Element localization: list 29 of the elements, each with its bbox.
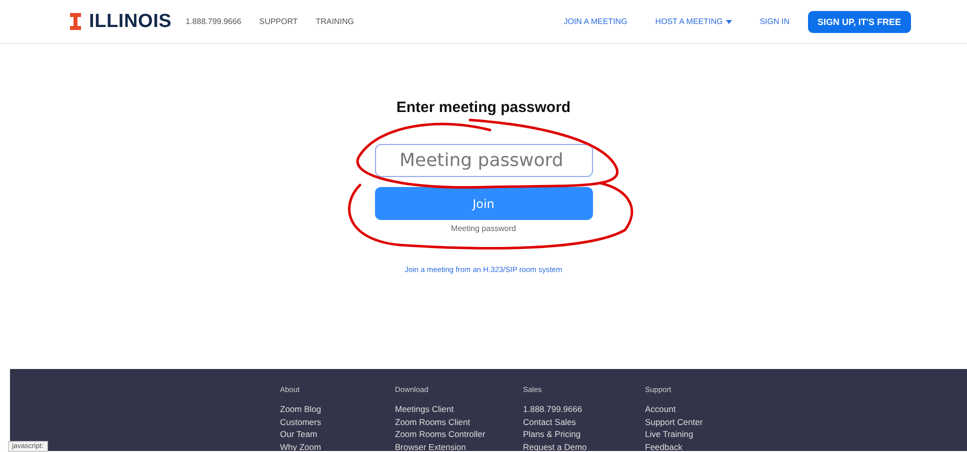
- footer-link[interactable]: Zoom Rooms Controller: [395, 428, 523, 440]
- footer-link[interactable]: Customers: [280, 416, 395, 428]
- footer-link[interactable]: Contact Sales: [523, 416, 645, 428]
- form-title: Enter meeting password: [396, 99, 571, 116]
- footer-link[interactable]: Zoom Rooms Client: [395, 416, 523, 428]
- caret-icon: [726, 20, 732, 24]
- footer-link[interactable]: Why Zoom: [280, 440, 395, 452]
- footer-link[interactable]: Plans & Pricing: [523, 428, 645, 440]
- signup-button[interactable]: SIGN UP, IT'S FREE: [808, 10, 911, 32]
- logo-text[interactable]: ILLINOIS: [89, 10, 172, 32]
- footer-link[interactable]: Support Center: [645, 416, 703, 428]
- footer-link[interactable]: Feedback: [645, 440, 703, 452]
- footer-link[interactable]: Request a Demo: [523, 440, 645, 452]
- footer-link[interactable]: Meetings Client: [395, 403, 523, 416]
- footer-link[interactable]: Our Team: [280, 428, 395, 440]
- footer-link[interactable]: Browser Extension: [395, 440, 523, 452]
- field-hint: Meeting password: [451, 224, 516, 233]
- footer-link[interactable]: Account: [645, 403, 703, 416]
- footer-link[interactable]: Live Training: [645, 428, 703, 440]
- phone-number[interactable]: 1.888.799.9666: [186, 17, 242, 26]
- footer-link[interactable]: Zoom Blog: [280, 403, 395, 416]
- logo-icon: [70, 13, 81, 30]
- nav-link[interactable]: SIGN IN: [760, 17, 790, 26]
- nav-dropdown[interactable]: HOST A MEETING: [655, 17, 732, 26]
- password-field[interactable]: Meeting password: [374, 144, 592, 177]
- footer-link[interactable]: 1.888.799.9666: [523, 403, 645, 416]
- nav-link[interactable]: SUPPORT: [259, 17, 298, 26]
- nav-link[interactable]: TRAINING: [316, 17, 354, 26]
- nav-link[interactable]: JOIN A MEETING: [564, 17, 628, 26]
